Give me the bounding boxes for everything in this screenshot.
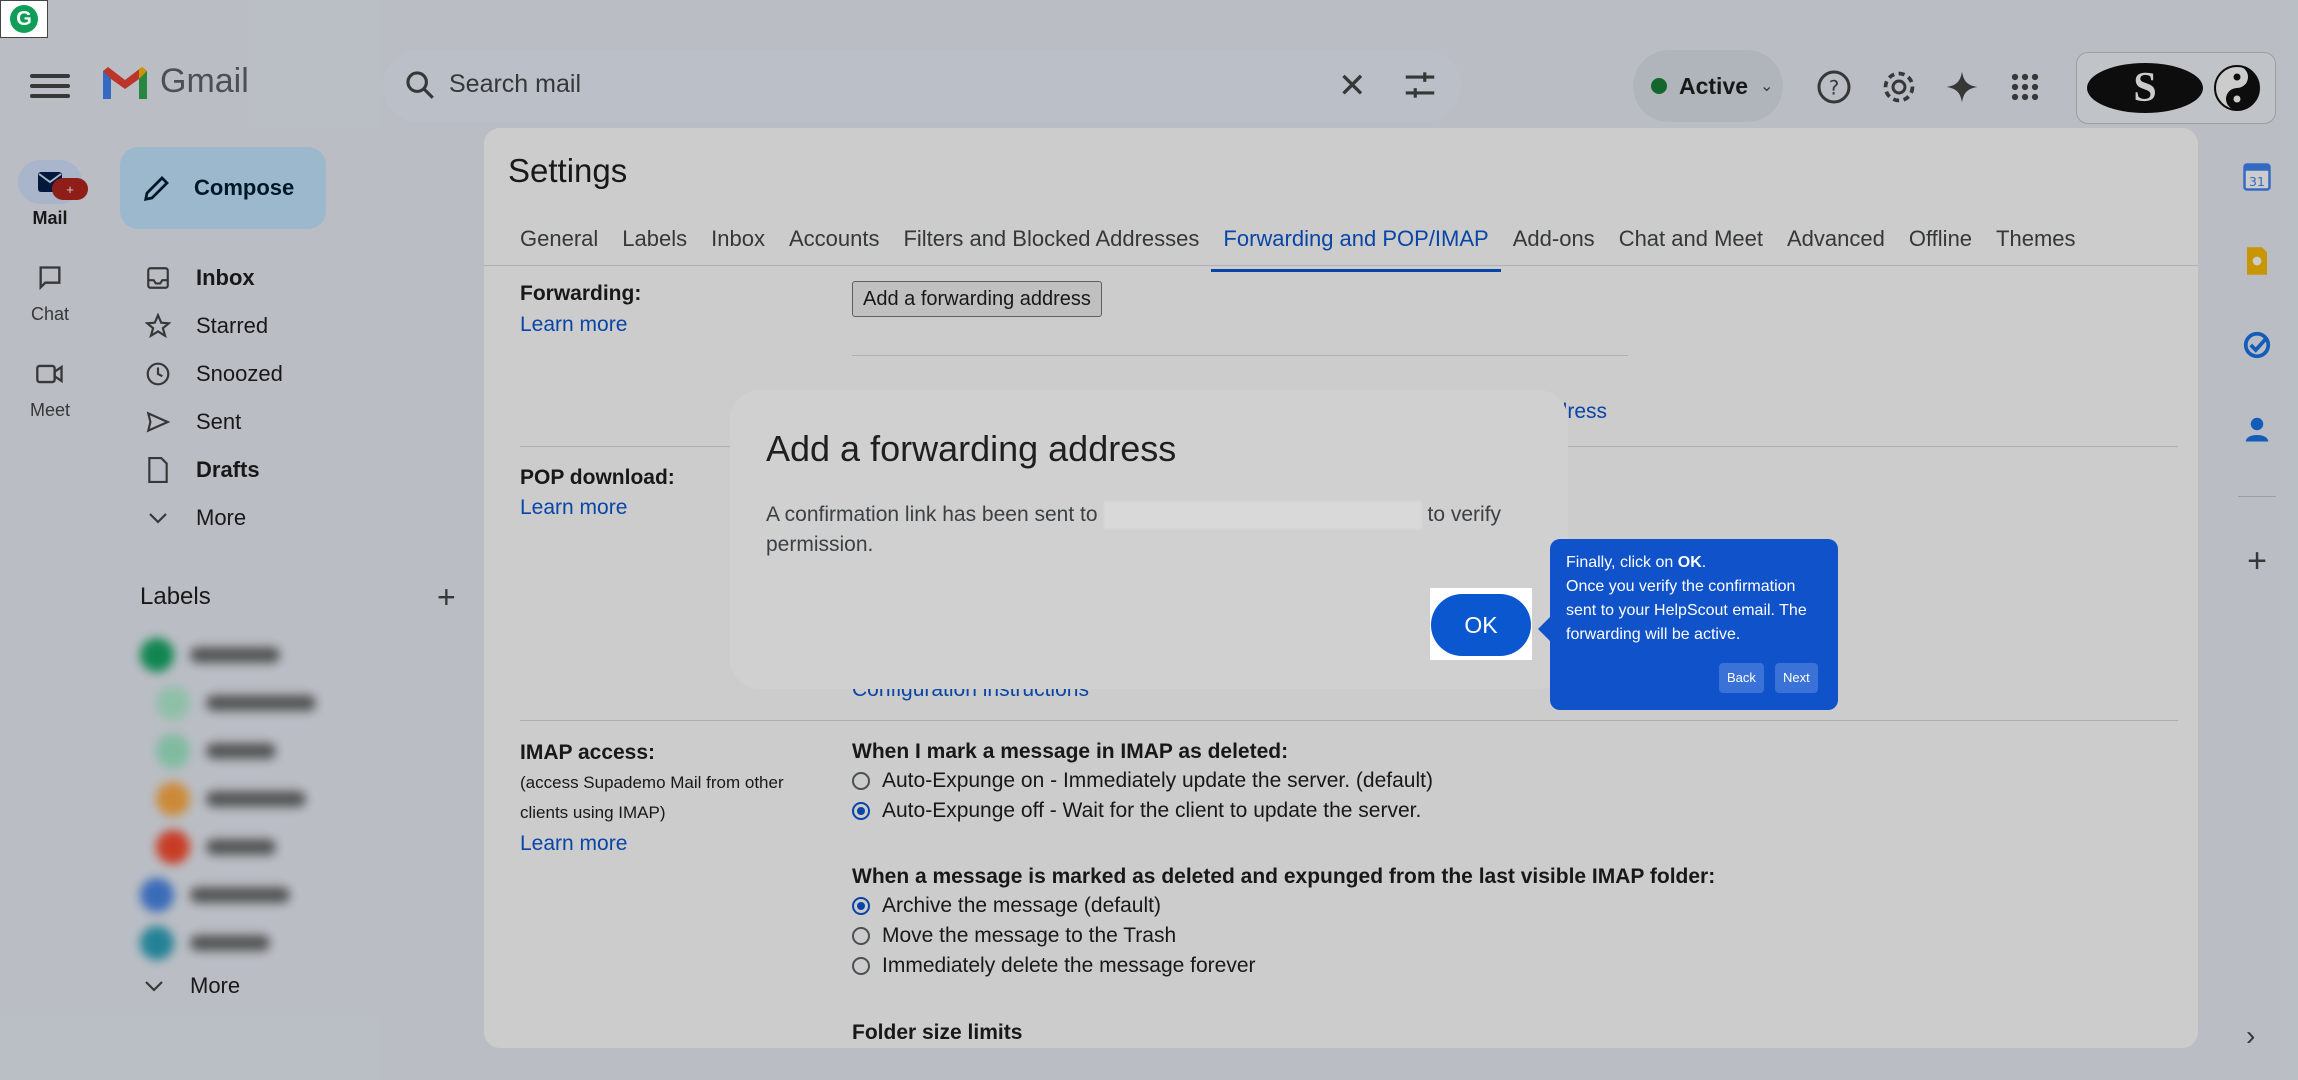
- tooltip-back-button[interactable]: Back: [1719, 663, 1764, 693]
- redacted-email: [1103, 501, 1422, 530]
- grammarly-extension-icon[interactable]: G: [0, 0, 48, 38]
- guide-tooltip: Finally, click on OK. Once you verify th…: [1538, 539, 1838, 710]
- tooltip-bold-text: OK: [1677, 554, 1702, 571]
- tooltip-line1: Finally, click on OK.: [1566, 551, 1822, 575]
- dialog-message: A confirmation link has been sent to to v…: [766, 500, 1546, 560]
- dialog-title: Add a forwarding address: [766, 428, 1177, 469]
- tooltip-text: Finally, click on: [1566, 554, 1674, 571]
- tooltip-body: Once you verify the confirmation sent to…: [1566, 578, 1807, 643]
- dialog-text: A confirmation link has been sent to: [766, 503, 1098, 526]
- tooltip-next-button[interactable]: Next: [1775, 663, 1818, 693]
- tooltip-text: .: [1701, 554, 1707, 571]
- ok-button[interactable]: OK: [1431, 594, 1531, 656]
